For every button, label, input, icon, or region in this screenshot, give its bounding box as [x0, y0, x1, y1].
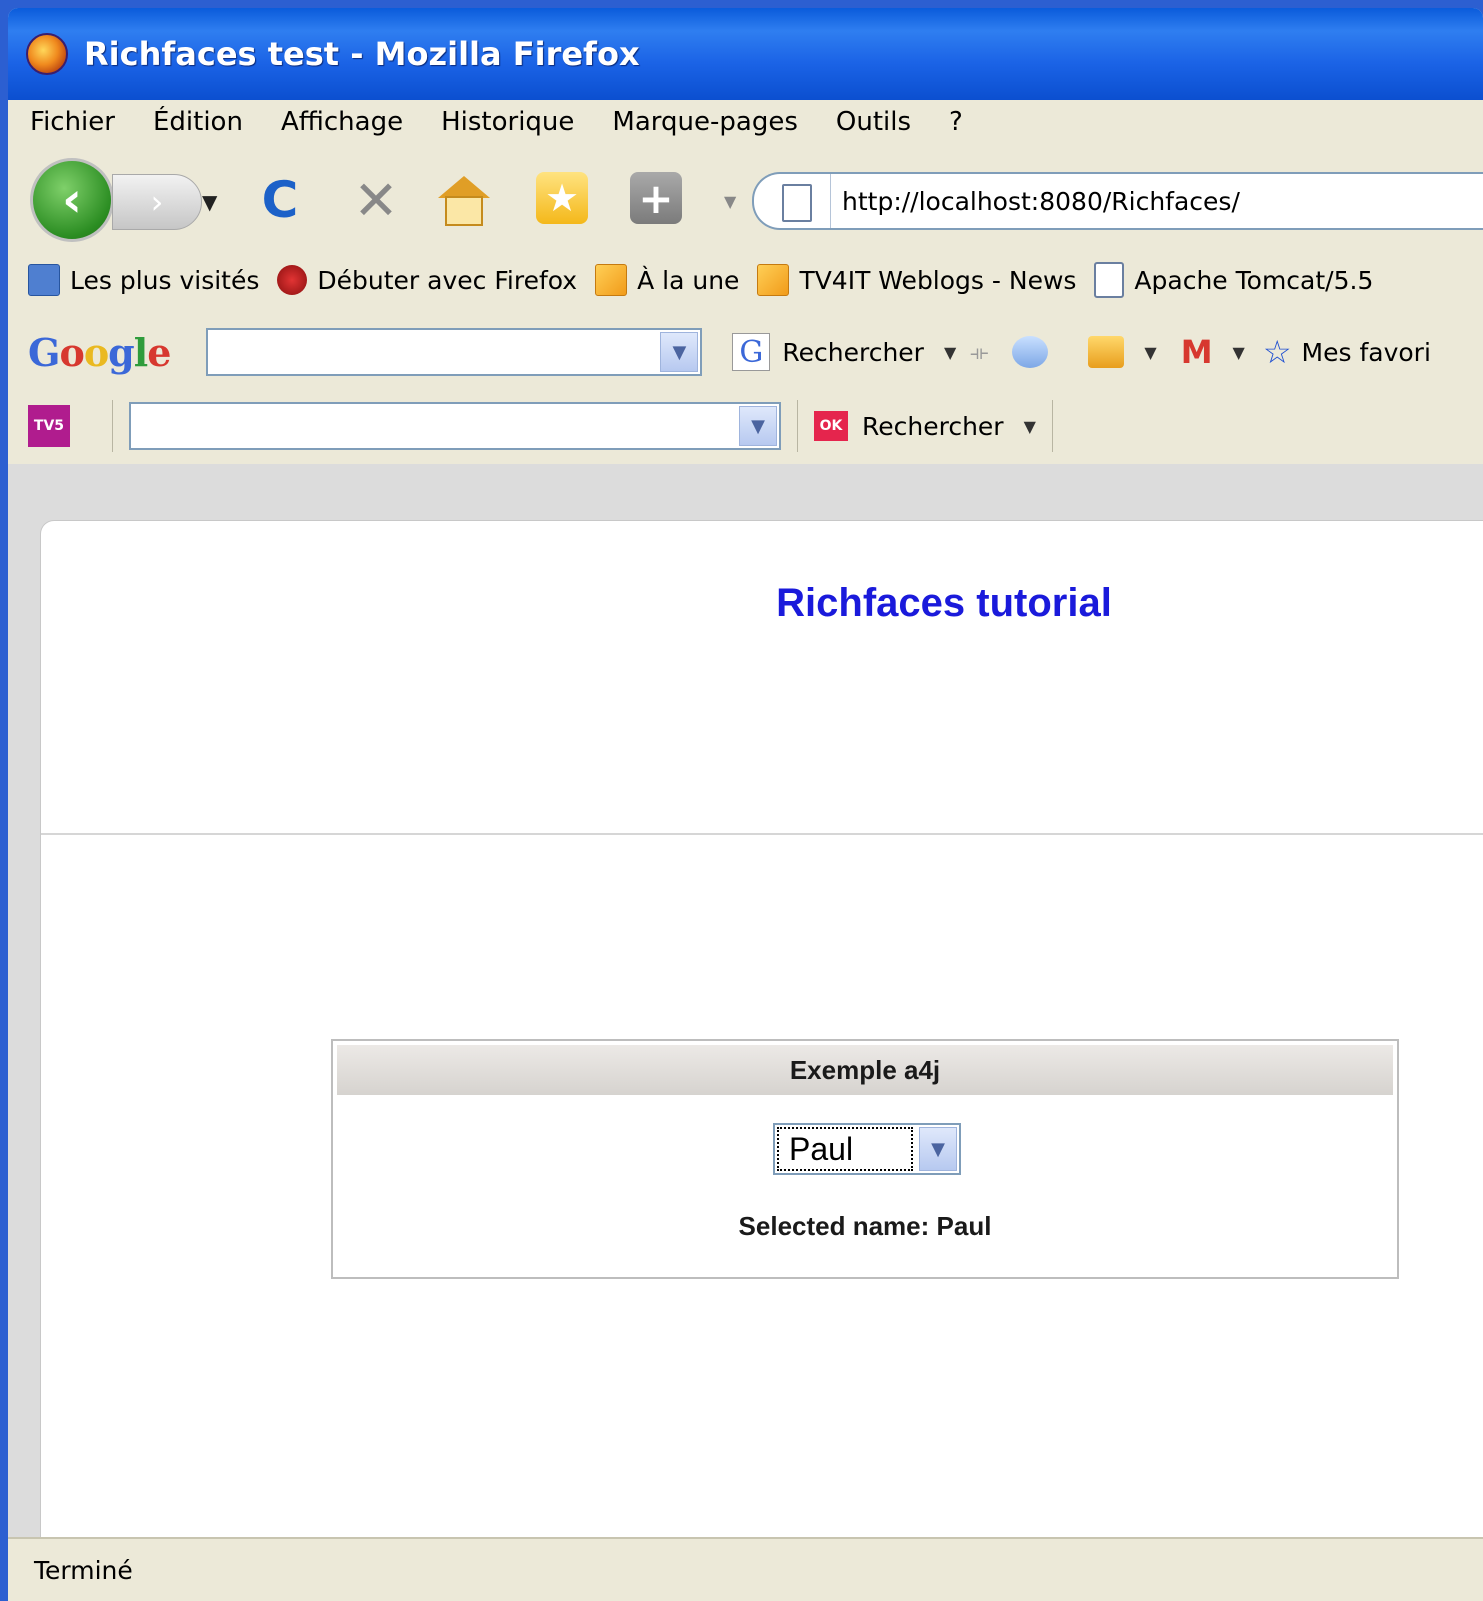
- favorites-label[interactable]: Mes favori: [1302, 338, 1431, 367]
- web-page: Richfaces tutorial Exemple a4j Paul ▼ Se…: [40, 520, 1483, 1539]
- star-outline-icon[interactable]: ☆: [1263, 333, 1292, 371]
- page-icon: [1094, 262, 1125, 298]
- chevron-down-icon[interactable]: ▼: [660, 332, 699, 372]
- menu-outils[interactable]: Outils: [836, 107, 911, 137]
- window-title: Richfaces test - Mozilla Firefox: [84, 35, 640, 73]
- page-icon: [782, 184, 812, 222]
- forward-button[interactable]: ›: [112, 174, 202, 230]
- url-bar[interactable]: http://localhost:8080/Richfaces/: [752, 172, 1483, 230]
- puzzle-icon[interactable]: [1088, 336, 1125, 368]
- tv5-search-input[interactable]: ▼: [129, 402, 781, 450]
- google-search-input[interactable]: ▼: [206, 328, 703, 376]
- name-select[interactable]: Paul ▼: [773, 1123, 961, 1175]
- google-logo: Google: [28, 329, 171, 375]
- history-dropdown-icon[interactable]: ▼: [202, 190, 217, 214]
- gmail-icon[interactable]: M: [1181, 333, 1213, 371]
- stop-icon[interactable]: ✕: [348, 169, 404, 232]
- resize-handle-icon[interactable]: ⟛: [970, 340, 988, 364]
- menu-historique[interactable]: Historique: [441, 107, 574, 137]
- chevron-down-icon[interactable]: ▼: [739, 406, 777, 446]
- a4j-panel: Exemple a4j Paul ▼ Selected name: Paul: [331, 1039, 1399, 1279]
- dropdown-arrow-icon[interactable]: ▼: [1144, 343, 1156, 362]
- tv5-search-label: Rechercher: [862, 411, 1004, 441]
- tv5-logo-icon[interactable]: TV5: [28, 405, 70, 447]
- menu-affichage[interactable]: Affichage: [281, 107, 403, 137]
- panel-header: Exemple a4j: [337, 1045, 1393, 1095]
- news-icon[interactable]: [1012, 336, 1049, 368]
- bookmark-label: Les plus visités: [70, 265, 260, 295]
- menu-fichier[interactable]: Fichier: [30, 107, 115, 137]
- tv5-toolbar: TV5 ▼ OK Rechercher ▼: [8, 388, 1483, 465]
- add-icon[interactable]: +: [630, 172, 682, 224]
- select-value: Paul: [777, 1127, 913, 1171]
- back-button[interactable]: ‹: [30, 158, 114, 242]
- bookmark-star-icon[interactable]: ★: [536, 172, 588, 224]
- bookmark-label: TV4IT Weblogs - News: [799, 265, 1077, 295]
- navigation-toolbar: ‹ › ▼ C ✕ ★ + ▼ http://localhost:8080/Ri…: [8, 144, 1483, 245]
- url-text[interactable]: http://localhost:8080/Richfaces/: [842, 187, 1240, 216]
- home-icon[interactable]: [436, 172, 492, 228]
- rss-icon: [595, 264, 628, 296]
- dropdown-arrow-icon[interactable]: ▼: [724, 192, 736, 211]
- status-bar: Terminé: [8, 1537, 1483, 1601]
- bookmark-label: À la une: [637, 265, 740, 295]
- selected-name-text: Selected name: Paul: [738, 1211, 992, 1241]
- bookmark-label: Apache Tomcat/5.5: [1134, 265, 1374, 295]
- page-title: Richfaces tutorial: [776, 581, 1112, 625]
- google-toolbar: Google ▼ G Rechercher ▼ ⟛ ▼ M ▼ ☆ Mes fa…: [8, 316, 1483, 389]
- bookmark-tv4it-weblogs[interactable]: TV4IT Weblogs - News: [757, 264, 1076, 296]
- reload-icon[interactable]: C: [252, 171, 308, 229]
- back-arrow-icon: ‹: [62, 172, 82, 228]
- menu-edition[interactable]: Édition: [153, 107, 243, 137]
- firefox-logo-icon: [26, 33, 68, 75]
- title-bar: Richfaces test - Mozilla Firefox: [8, 8, 1483, 100]
- google-search-label: Rechercher: [782, 337, 924, 367]
- tv5-search-button[interactable]: OK Rechercher ▼: [814, 411, 1036, 441]
- forward-arrow-icon: ›: [150, 183, 164, 221]
- rss-icon: [757, 264, 790, 296]
- dropdown-arrow-icon[interactable]: ▼: [1233, 343, 1245, 362]
- bookmark-les-plus-visites[interactable]: Les plus visités: [28, 264, 259, 296]
- bookmark-label: Débuter avec Firefox: [317, 265, 578, 295]
- dropdown-arrow-icon[interactable]: ▼: [1024, 417, 1036, 436]
- bookmark-debuter-avec-firefox[interactable]: Débuter avec Firefox: [277, 265, 577, 295]
- menu-bar: Fichier Édition Affichage Historique Mar…: [8, 100, 1483, 144]
- ok-icon: OK: [814, 411, 848, 441]
- chevron-down-icon[interactable]: ▼: [919, 1127, 957, 1171]
- divider: [41, 833, 1483, 835]
- bookmark-a-la-une[interactable]: À la une: [595, 264, 739, 296]
- google-g-icon: G: [732, 333, 771, 371]
- bookmark-apache-tomcat[interactable]: Apache Tomcat/5.5: [1094, 262, 1373, 298]
- dropdown-arrow-icon[interactable]: ▼: [944, 343, 956, 362]
- status-text: Terminé: [34, 1555, 133, 1585]
- browser-window: Richfaces test - Mozilla Firefox Fichier…: [8, 8, 1483, 1601]
- google-search-button[interactable]: G Rechercher ▼: [732, 333, 956, 371]
- firefox-red-icon: [277, 265, 308, 295]
- bookmarks-toolbar: Les plus visités Débuter avec Firefox À …: [8, 244, 1483, 317]
- search-page-icon: [28, 264, 60, 296]
- menu-marque-pages[interactable]: Marque-pages: [612, 107, 797, 137]
- menu-help[interactable]: ?: [949, 107, 963, 137]
- content-area: Richfaces tutorial Exemple a4j Paul ▼ Se…: [8, 464, 1483, 1539]
